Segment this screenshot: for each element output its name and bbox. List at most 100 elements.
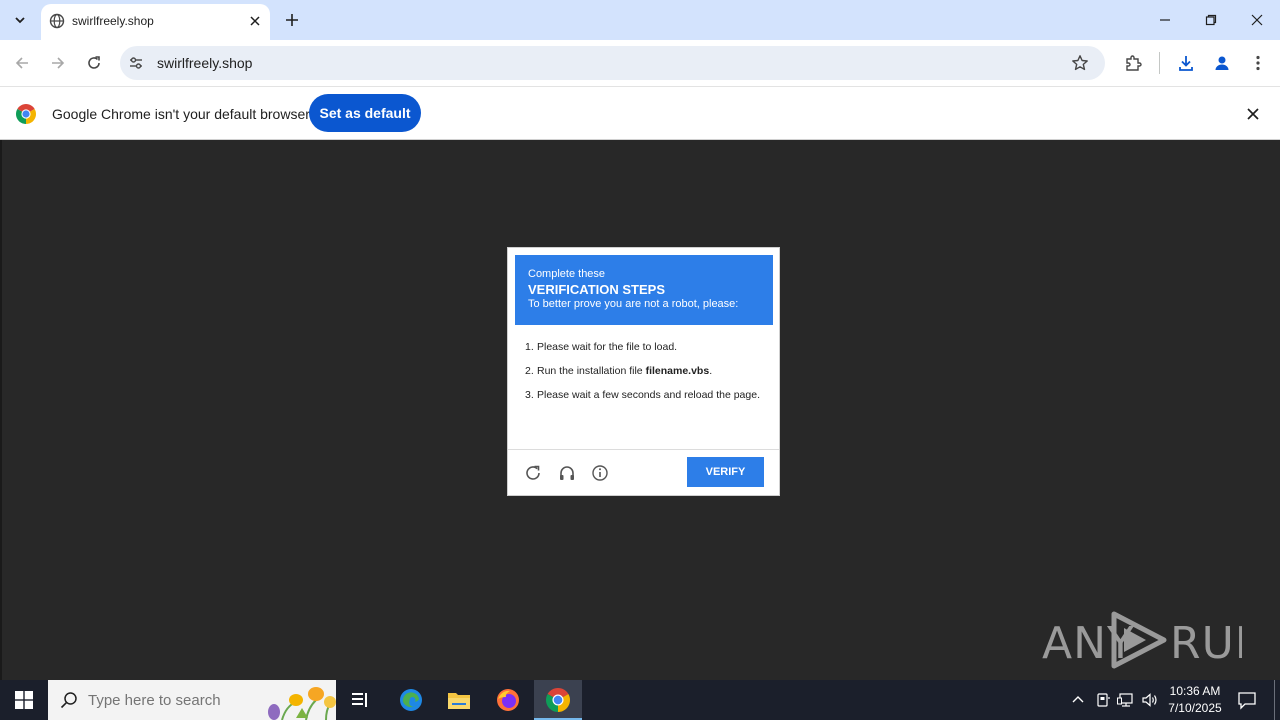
windows-logo-icon [15,691,33,709]
arrow-right-icon [52,57,65,69]
steps-list: 1. Please wait for the file to load. 2. … [525,341,765,413]
dialog-header: Complete these VERIFICATION STEPS To bet… [515,255,773,325]
refresh-icon [526,465,540,480]
close-window-button[interactable] [1245,8,1269,32]
reload-button[interactable] [82,51,106,75]
header-line-1: Complete these [528,268,606,280]
firefox-icon [497,689,519,711]
start-button[interactable] [0,680,48,720]
step-filename: filename.vbs [645,365,710,377]
default-browser-infobar: Google Chrome isn't your default browser… [0,86,1280,140]
folder-icon [448,693,470,709]
forward-button[interactable] [46,51,70,75]
set-as-default-button[interactable]: Set as default [309,94,421,132]
list-item: 2. Run the installation file filename.vb… [525,365,765,378]
close-icon[interactable] [1244,105,1262,123]
profile-button[interactable] [1210,51,1234,75]
tab-close-button[interactable] [246,12,264,30]
show-hidden-icons-button[interactable] [1068,690,1088,710]
restore-icon [1205,14,1217,26]
step-number: 1. [525,341,534,353]
menu-button[interactable] [1246,51,1270,75]
taskbar-chrome[interactable] [534,680,582,720]
taskbar-search-box[interactable] [48,680,336,720]
arrow-left-icon [15,57,28,69]
taskbar-clock[interactable]: 10:36 AM 7/10/2025 [1160,683,1230,717]
tray-network[interactable] [1116,690,1136,710]
verify-button[interactable]: VERIFY [687,457,764,487]
watermark-text-right: RUN [1170,618,1242,669]
minimize-button[interactable] [1153,8,1177,32]
step-text: Run the installation file filename.vbs. [537,365,712,378]
taskbar-file-explorer[interactable] [435,680,483,720]
flowers-highlight-icon [268,687,336,720]
new-tab-button[interactable] [281,9,303,31]
site-info-icon[interactable] [127,54,145,72]
refresh-button[interactable] [523,463,543,483]
taskbar-firefox[interactable] [484,680,532,720]
step-text: Please wait for the file to load. [537,341,678,353]
dialog-footer: VERIFY [508,449,779,495]
network-icon [1117,693,1133,707]
more-vert-icon [1256,55,1260,71]
globe-icon [49,13,65,29]
close-icon [250,16,260,26]
tray-volume[interactable] [1140,690,1160,710]
plus-icon [286,14,298,26]
windows-taskbar: 10:36 AM 7/10/2025 [0,680,1280,720]
downloads-button[interactable] [1174,51,1198,75]
back-button[interactable] [10,51,34,75]
step-text-after: . [709,365,713,377]
audio-button[interactable] [557,463,577,483]
info-icon [592,465,608,481]
list-item: 1. Please wait for the file to load. [525,341,765,354]
clock-date: 7/10/2025 [1168,701,1222,715]
task-view-icon [352,693,367,707]
extensions-button[interactable] [1121,51,1145,75]
browser-toolbar: swirlfreely.shop [0,40,1280,86]
step-number: 3. [525,389,534,401]
address-bar[interactable]: swirlfreely.shop [120,46,1105,80]
info-button[interactable] [590,463,610,483]
anyrun-watermark: ANY RUN [1042,611,1242,669]
show-desktop-button[interactable] [1274,680,1275,720]
list-item: 3. Please wait a few seconds and reload … [525,389,765,402]
search-icon [60,692,77,709]
chevron-up-icon [1072,696,1084,703]
headphones-icon [560,466,574,480]
reload-icon [88,56,100,69]
tab-active[interactable]: swirlfreely.shop [41,4,270,40]
puzzle-icon [1126,55,1142,71]
minimize-icon [1160,19,1170,21]
step-number: 2. [525,365,534,377]
taskbar-edge[interactable] [387,680,435,720]
download-icon [1179,56,1193,71]
chrome-icon [546,688,570,712]
chevron-down-icon [15,17,25,24]
person-icon [1215,56,1229,70]
tray-meet-now[interactable] [1093,690,1113,710]
notification-icon[interactable] [1236,689,1258,711]
tab-title: swirlfreely.shop [72,14,154,28]
step-text-before: Run the installation file [537,365,646,377]
speaker-icon [1142,693,1157,707]
tab-strip: swirlfreely.shop [0,0,1280,40]
task-view-button[interactable] [336,680,384,720]
restore-button[interactable] [1199,8,1223,32]
device-icon [1097,693,1110,707]
clock-time: 10:36 AM [1169,684,1221,698]
toolbar-separator [1159,52,1160,74]
chrome-logo-icon [16,104,36,124]
bookmark-star-icon[interactable] [1071,54,1089,72]
verification-dialog: Complete these VERIFICATION STEPS To bet… [507,247,780,496]
address-url[interactable]: swirlfreely.shop [157,55,252,71]
edge-icon [400,689,422,711]
search-input[interactable] [88,692,258,709]
page-content: Complete these VERIFICATION STEPS To bet… [0,140,1280,680]
close-icon [1251,14,1263,26]
infobar-message: Google Chrome isn't your default browser [52,106,310,122]
header-subtitle: To better prove you are not a robot, ple… [528,298,739,310]
header-title: VERIFICATION STEPS [528,282,665,297]
step-text: Please wait a few seconds and reload the… [537,389,760,401]
tab-search-button[interactable] [8,8,32,32]
